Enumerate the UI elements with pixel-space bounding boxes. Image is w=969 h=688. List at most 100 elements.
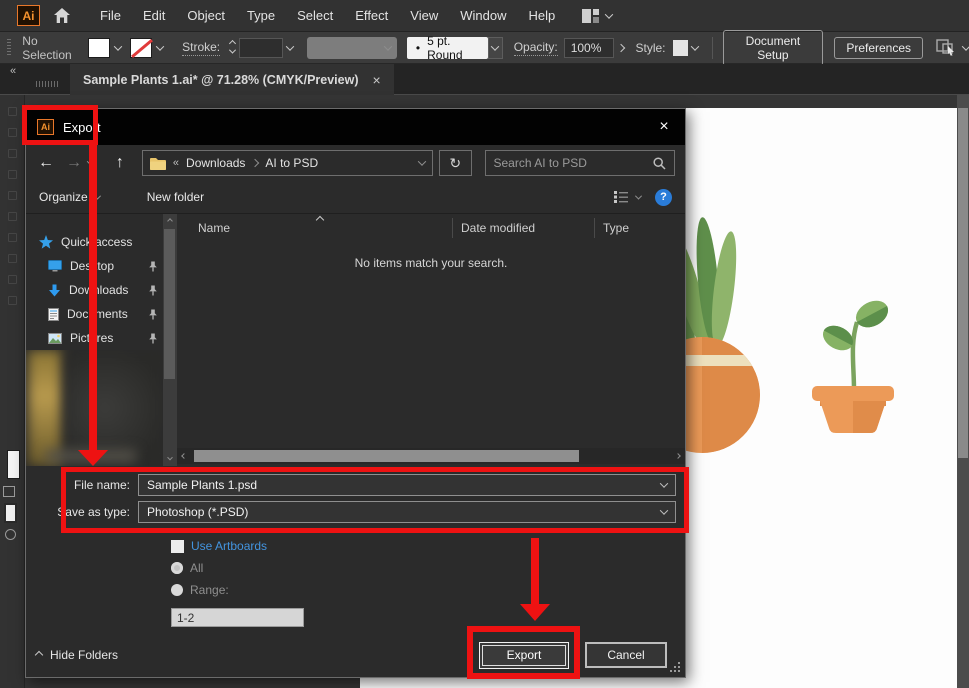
new-folder-button[interactable]: New folder <box>147 190 204 204</box>
range-radio[interactable] <box>171 584 183 596</box>
tool-placeholder[interactable] <box>8 212 17 221</box>
menu-bar: Ai File Edit Object Type Select Effect V… <box>0 0 969 32</box>
menu-view[interactable]: View <box>402 0 446 32</box>
stroke-color-control[interactable] <box>130 38 168 58</box>
variable-width-profile-dropdown[interactable] <box>307 37 397 59</box>
opacity-value[interactable]: 100% <box>564 38 614 58</box>
file-list-horizontal-scrollbar[interactable] <box>177 448 685 464</box>
breadcrumb-item-downloads[interactable]: Downloads <box>186 156 245 170</box>
illustrator-app-icon[interactable]: Ai <box>17 5 40 26</box>
range-input[interactable] <box>171 608 304 627</box>
column-header-name[interactable]: Name <box>177 221 452 235</box>
use-artboards-checkbox[interactable] <box>171 540 184 553</box>
menu-help[interactable]: Help <box>520 0 563 32</box>
scroll-down-button[interactable] <box>163 452 176 466</box>
address-dropdown-icon[interactable] <box>418 157 426 165</box>
dialog-close-button[interactable]: × <box>643 118 685 136</box>
scroll-up-button[interactable] <box>163 214 176 228</box>
help-button[interactable]: ? <box>655 189 672 206</box>
up-button[interactable]: ↑ <box>110 154 130 172</box>
opacity-label[interactable]: Opacity: <box>514 40 558 56</box>
resize-grip-icon[interactable] <box>678 670 680 672</box>
use-artboards-label: Use Artboards <box>191 539 267 553</box>
stroke-swatch[interactable] <box>130 38 152 58</box>
dialog-title-bar[interactable]: Ai Export × <box>26 109 685 145</box>
preferences-button[interactable]: Preferences <box>834 37 923 59</box>
fill-dropdown[interactable] <box>110 38 126 58</box>
swap-fill-stroke-icon[interactable] <box>3 486 15 497</box>
style-swatch[interactable] <box>673 40 688 56</box>
panel-drag-handle[interactable] <box>7 39 11 57</box>
breadcrumb-overflow-icon[interactable]: « <box>173 157 179 169</box>
all-radio[interactable] <box>171 562 183 574</box>
tool-placeholder[interactable] <box>8 254 17 263</box>
hide-folders-button[interactable]: Hide Folders <box>36 648 118 662</box>
gradient-mode-icon[interactable] <box>5 529 16 540</box>
menu-file[interactable]: File <box>92 0 129 32</box>
chevron-down-icon <box>962 42 969 50</box>
forward-button[interactable]: → <box>60 154 88 172</box>
back-button[interactable]: ← <box>32 154 60 172</box>
breadcrumb[interactable]: « Downloads AI to PSD <box>142 150 433 176</box>
scrollbar-thumb[interactable] <box>194 450 579 462</box>
scrollbar-thumb[interactable] <box>958 108 968 458</box>
pin-icon <box>148 285 158 296</box>
scrollbar-thumb[interactable] <box>164 229 175 379</box>
stroke-label[interactable]: Stroke: <box>182 40 220 56</box>
search-box[interactable] <box>485 150 676 176</box>
sidebar-scrollbar[interactable] <box>163 214 176 466</box>
canvas-vertical-scrollbar[interactable] <box>957 95 969 688</box>
stroke-weight-stepper[interactable] <box>226 38 239 58</box>
collapse-panels-button[interactable]: « <box>0 64 26 78</box>
color-mode-icon[interactable] <box>4 503 17 523</box>
tab-drag-handle[interactable] <box>36 81 58 87</box>
chevron-up-icon <box>35 651 43 659</box>
none-slash-icon <box>131 38 153 57</box>
opacity-expand-arrow[interactable] <box>614 38 628 58</box>
scroll-left-button[interactable] <box>177 448 191 464</box>
search-input[interactable] <box>494 156 654 170</box>
breadcrumb-item-ai-to-psd[interactable]: AI to PSD <box>265 156 318 170</box>
toolbar-fill-swatch[interactable] <box>7 450 20 479</box>
tab-close-icon[interactable]: × <box>373 72 381 88</box>
scroll-right-button[interactable] <box>671 448 685 464</box>
column-header-type[interactable]: Type <box>595 221 685 235</box>
align-options[interactable] <box>936 39 969 56</box>
style-dropdown[interactable] <box>688 38 702 58</box>
fill-swatch[interactable] <box>88 38 110 58</box>
view-options-button[interactable] <box>614 191 641 203</box>
menu-window[interactable]: Window <box>452 0 514 32</box>
brush-dropdown-caret[interactable] <box>488 37 503 59</box>
tool-placeholder[interactable] <box>8 191 17 200</box>
file-list-header: Name Date modified Type <box>177 214 685 242</box>
tool-placeholder[interactable] <box>8 149 17 158</box>
menu-select[interactable]: Select <box>289 0 341 32</box>
document-tab[interactable]: Sample Plants 1.ai* @ 71.28% (CMYK/Previ… <box>70 64 394 95</box>
stroke-weight-value[interactable] <box>239 38 283 58</box>
use-artboards-option[interactable]: Use Artboards <box>171 538 685 554</box>
range-option[interactable]: Range: <box>171 582 685 598</box>
tool-placeholder[interactable] <box>8 296 17 305</box>
menu-type[interactable]: Type <box>239 0 283 32</box>
workspace-switcher[interactable] <box>582 9 612 23</box>
column-header-date-modified[interactable]: Date modified <box>453 221 594 235</box>
menu-edit[interactable]: Edit <box>135 0 173 32</box>
menu-effect[interactable]: Effect <box>347 0 396 32</box>
stroke-dropdown[interactable] <box>152 38 168 58</box>
fill-color-control[interactable] <box>88 38 126 58</box>
scrollbar-track[interactable] <box>191 448 671 464</box>
brush-definition-dropdown[interactable]: • 5 pt. Round <box>407 37 488 59</box>
home-icon[interactable] <box>53 7 71 24</box>
tool-placeholder[interactable] <box>8 107 17 116</box>
stroke-weight-dropdown[interactable] <box>283 38 297 58</box>
details-view-icon <box>614 191 628 203</box>
tool-placeholder[interactable] <box>8 275 17 284</box>
document-setup-button[interactable]: Document Setup <box>723 30 824 66</box>
tool-placeholder[interactable] <box>8 233 17 242</box>
tool-placeholder[interactable] <box>8 128 17 137</box>
refresh-button[interactable]: ↻ <box>439 150 472 176</box>
menu-object[interactable]: Object <box>179 0 233 32</box>
cancel-button[interactable]: Cancel <box>585 642 667 668</box>
tool-placeholder[interactable] <box>8 170 17 179</box>
all-artboards-option[interactable]: All <box>171 560 685 576</box>
